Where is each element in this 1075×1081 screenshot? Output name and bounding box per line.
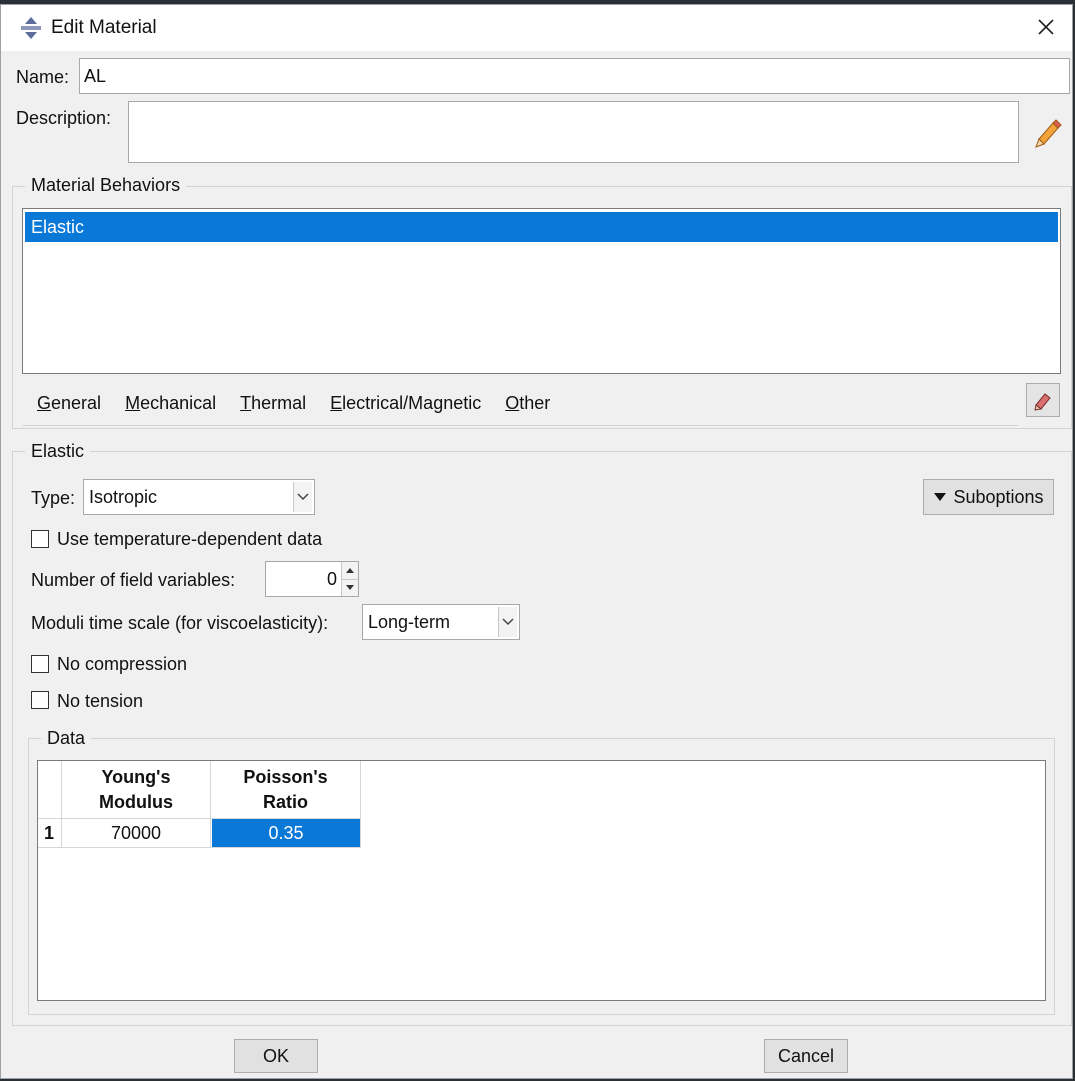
data-title: Data [41,728,92,749]
column-header-youngs-modulus[interactable]: Young's Modulus [62,761,211,819]
menu-mechanical[interactable]: Mechanical [125,393,216,414]
moduli-value: Long-term [368,611,451,632]
table-cell-youngs-modulus[interactable]: 70000 [62,819,211,848]
close-button[interactable] [1030,11,1062,43]
moduli-select[interactable]: Long-term [362,604,520,640]
window-title: Edit Material [51,17,157,38]
row-number: 1 [38,819,62,848]
suboptions-button[interactable]: Suboptions [923,479,1054,515]
no-compression-checkbox[interactable] [31,655,49,673]
type-value: Isotropic [89,486,158,507]
triangle-down-icon [934,493,947,501]
elastic-title: Elastic [25,441,91,462]
behavior-item-label: Elastic [31,216,85,237]
field-vars-value: 0 [326,568,337,589]
delete-behavior-button[interactable] [1026,383,1060,417]
behaviors-menu-bar: General Mechanical Thermal Electrical/Ma… [23,381,1018,426]
menu-other[interactable]: Other [505,393,550,414]
table-cell-poissons-ratio[interactable]: 0.35 [212,819,361,848]
temp-dependent-checkbox[interactable] [31,530,49,548]
behaviors-list[interactable]: Elastic [22,208,1061,374]
type-label: Type: [31,488,76,508]
description-input[interactable] [128,101,1019,163]
no-tension-label: No tension [57,691,144,711]
material-app-icon [21,17,41,39]
material-behaviors-title: Material Behaviors [25,175,187,196]
cancel-button[interactable]: Cancel [764,1039,848,1073]
description-label: Description: [16,108,112,128]
name-label: Name: [16,67,70,87]
suboptions-label: Suboptions [953,486,1044,507]
name-value: AL [84,65,107,86]
column-header-poissons-ratio[interactable]: Poisson's Ratio [211,761,361,819]
field-vars-spinner[interactable]: 0 [265,561,359,597]
edit-description-button[interactable] [1031,117,1067,153]
chevron-down-icon [293,482,312,512]
table-corner [38,761,62,819]
no-compression-label: No compression [57,654,188,674]
data-table: Young's Modulus Poisson's Ratio 1 70000 0.… [37,760,1046,1001]
menu-electrical-magnetic[interactable]: Electrical/Magnetic [330,393,481,414]
field-vars-label: Number of field variables: [31,570,236,590]
spin-up-icon[interactable] [342,562,358,579]
no-tension-checkbox[interactable] [31,691,49,709]
menu-general[interactable]: General [37,393,101,414]
temp-dependent-label: Use temperature-dependent data [57,529,323,549]
menu-thermal[interactable]: Thermal [240,393,306,414]
edit-material-dialog: Edit Material Name: AL Description: Mate… [0,4,1073,1079]
chevron-down-icon [498,607,517,637]
ok-button[interactable]: OK [234,1039,318,1073]
title-bar[interactable]: Edit Material [1,5,1072,51]
spin-down-icon[interactable] [342,578,358,596]
moduli-label: Moduli time scale (for viscoelasticity): [31,613,329,633]
eraser-icon [1034,393,1051,411]
behavior-item-elastic[interactable]: Elastic [25,212,1058,242]
pencil-icon [1035,119,1062,148]
type-select[interactable]: Isotropic [83,479,315,515]
name-input[interactable]: AL [79,58,1070,94]
close-icon [1038,19,1054,35]
